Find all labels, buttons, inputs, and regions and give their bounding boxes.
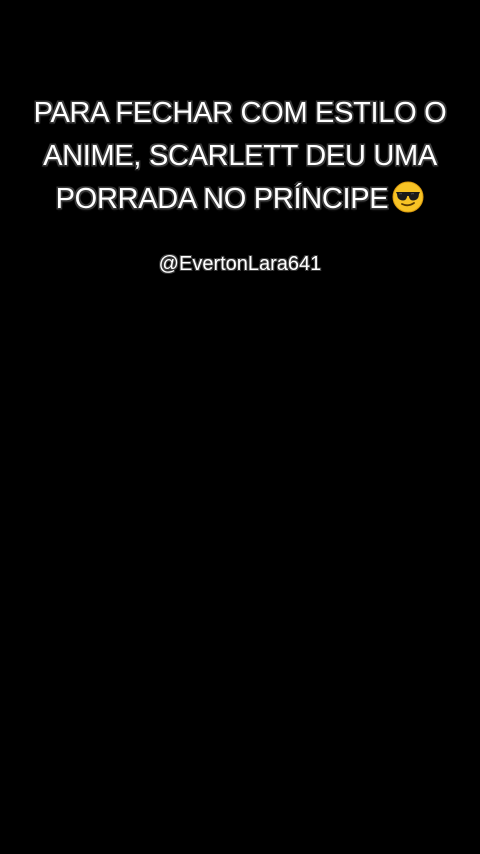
- author-handle: @EvertonLara641: [158, 253, 322, 275]
- sunglasses-face-icon: [392, 181, 424, 213]
- caption-text: PARA FECHAR COM ESTILO O ANIME, SCARLETT…: [20, 92, 460, 221]
- caption-line-3: PORRADA NO PRÍNCIPE: [20, 178, 460, 221]
- caption-line-2: ANIME, SCARLETT DEU UMA: [43, 140, 437, 172]
- video-frame: PARA FECHAR COM ESTILO O ANIME, SCARLETT…: [0, 0, 480, 854]
- caption-line-3-text: PORRADA NO PRÍNCIPE: [55, 183, 389, 215]
- caption-line-1: PARA FECHAR COM ESTILO O: [33, 97, 447, 129]
